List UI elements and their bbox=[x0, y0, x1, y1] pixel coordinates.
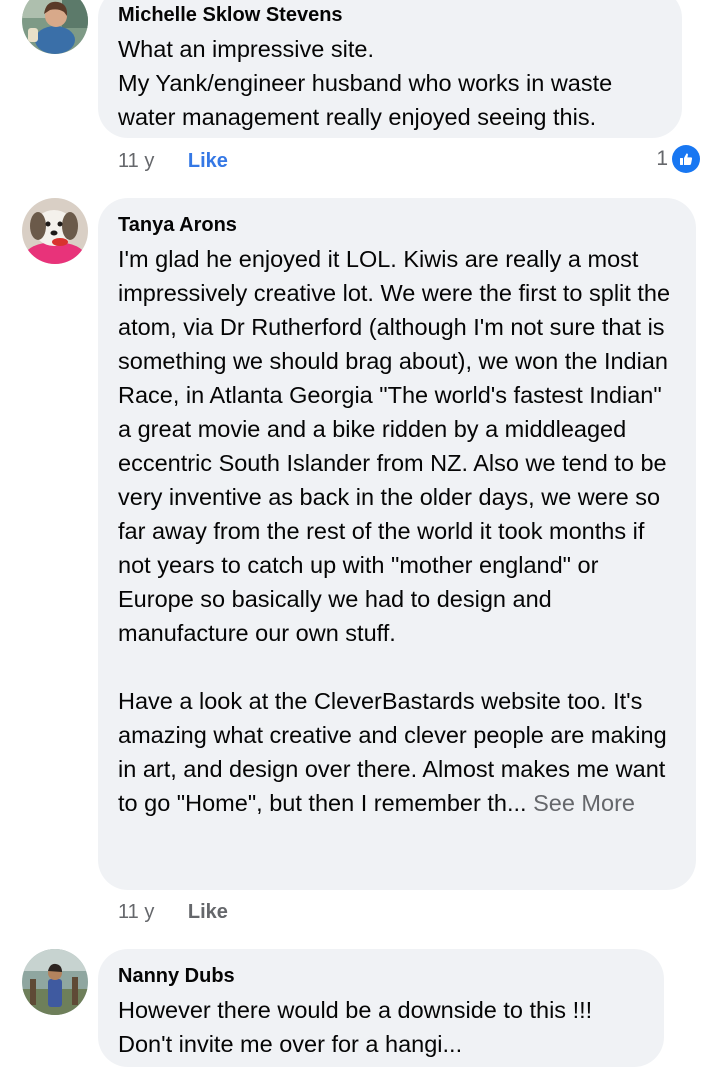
comment-timestamp[interactable]: 11 y bbox=[118, 150, 154, 172]
comment-bubble: Michelle Sklow Stevens What an impressiv… bbox=[98, 0, 682, 138]
comment-body: I'm glad he enjoyed it LOL. Kiwis are re… bbox=[118, 246, 671, 816]
comment-author[interactable]: Michelle Sklow Stevens bbox=[118, 2, 662, 28]
like-button[interactable]: Like bbox=[188, 150, 228, 172]
comment-text: What an impressive site. My Yank/enginee… bbox=[118, 36, 613, 130]
avatar[interactable] bbox=[22, 949, 88, 1015]
comment-timestamp[interactable]: 11 y bbox=[118, 901, 154, 923]
see-more-link[interactable]: See More bbox=[533, 790, 635, 816]
comment-bubble: Nanny Dubs However there would be a down… bbox=[98, 949, 664, 1067]
comment-bubble: Tanya Arons I'm glad he enjoyed it LOL. … bbox=[98, 198, 696, 890]
like-button[interactable]: Like bbox=[188, 901, 228, 923]
comment-author[interactable]: Nanny Dubs bbox=[118, 963, 644, 989]
reaction-count: 1 bbox=[656, 147, 668, 170]
comment-author[interactable]: Tanya Arons bbox=[118, 212, 676, 238]
comment-text: However there would be a downside to thi… bbox=[118, 997, 593, 1057]
thumbs-up-icon bbox=[672, 145, 700, 173]
comment-text: I'm glad he enjoyed it LOL. Kiwis are re… bbox=[118, 242, 676, 820]
reaction-summary[interactable]: 1 bbox=[656, 144, 700, 174]
avatar[interactable] bbox=[22, 0, 88, 54]
comment-actions: 11 y Like bbox=[118, 897, 228, 927]
avatar[interactable] bbox=[22, 198, 88, 264]
comment-actions: 11 y Like bbox=[118, 146, 228, 176]
